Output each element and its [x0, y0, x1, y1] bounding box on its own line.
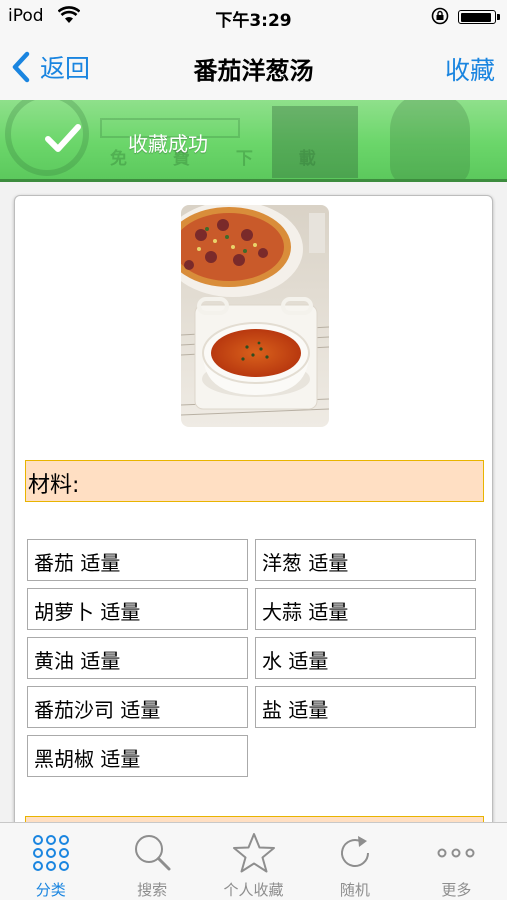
tab-label: 更多: [441, 881, 472, 899]
tab-search[interactable]: 搜索: [101, 823, 202, 900]
back-button[interactable]: 返回: [10, 50, 90, 84]
toast-message: 收藏成功: [128, 132, 208, 156]
ingredient-item: 大蒜 适量: [255, 588, 476, 630]
tab-favorites[interactable]: 个人收藏: [203, 823, 304, 900]
rotation-lock-icon: [431, 7, 449, 25]
status-bar: iPod 下午3:29: [0, 0, 507, 34]
tab-label: 个人收藏: [223, 881, 284, 899]
ingredients-section-header: 材料:: [25, 460, 484, 502]
background-picture-shape: [272, 106, 358, 178]
tab-more[interactable]: 更多: [406, 823, 507, 900]
ingredient-item: 黑胡椒 适量: [27, 735, 248, 777]
battery-icon: [458, 10, 500, 24]
soup-pizza-illustration: [181, 205, 329, 427]
ingredient-item: 水 适量: [255, 637, 476, 679]
ingredient-item: 番茄 适量: [27, 539, 248, 581]
ingredient-item: 盐 适量: [255, 686, 476, 728]
ingredient-item: 黄油 适量: [27, 637, 248, 679]
tab-random[interactable]: 随机: [304, 823, 405, 900]
grid-icon: [32, 835, 69, 871]
chevron-left-icon: [12, 51, 30, 83]
ingredient-item: 胡萝卜 适量: [27, 588, 248, 630]
tab-bar: 分类 搜索 个人收藏 随机 更多: [0, 822, 507, 900]
favorite-button[interactable]: 收藏: [445, 51, 495, 87]
checkmark-icon: [45, 124, 81, 152]
recipe-card: 材料: 番茄 适量 洋葱 适量 胡萝卜 适量 大蒜 适量 黄油 适量 水 适量 …: [14, 195, 493, 835]
star-icon: [232, 833, 275, 873]
refresh-icon: [340, 836, 369, 868]
background-portrait-shape: [390, 100, 470, 179]
tab-category[interactable]: 分类: [0, 823, 101, 900]
success-toast: 免 費 下 載 收藏成功: [0, 100, 507, 182]
tab-label: 分类: [35, 881, 66, 899]
ingredient-item: 洋葱 适量: [255, 539, 476, 581]
back-label: 返回: [40, 54, 91, 83]
ingredient-item: 番茄沙司 适量: [27, 686, 248, 728]
tab-label: 随机: [339, 881, 370, 899]
search-icon: [135, 835, 171, 871]
more-icon: [437, 848, 475, 858]
tab-label: 搜索: [137, 881, 168, 899]
navigation-bar: 返回 番茄洋葱汤 收藏: [0, 34, 507, 100]
recipe-photo: [181, 205, 329, 427]
